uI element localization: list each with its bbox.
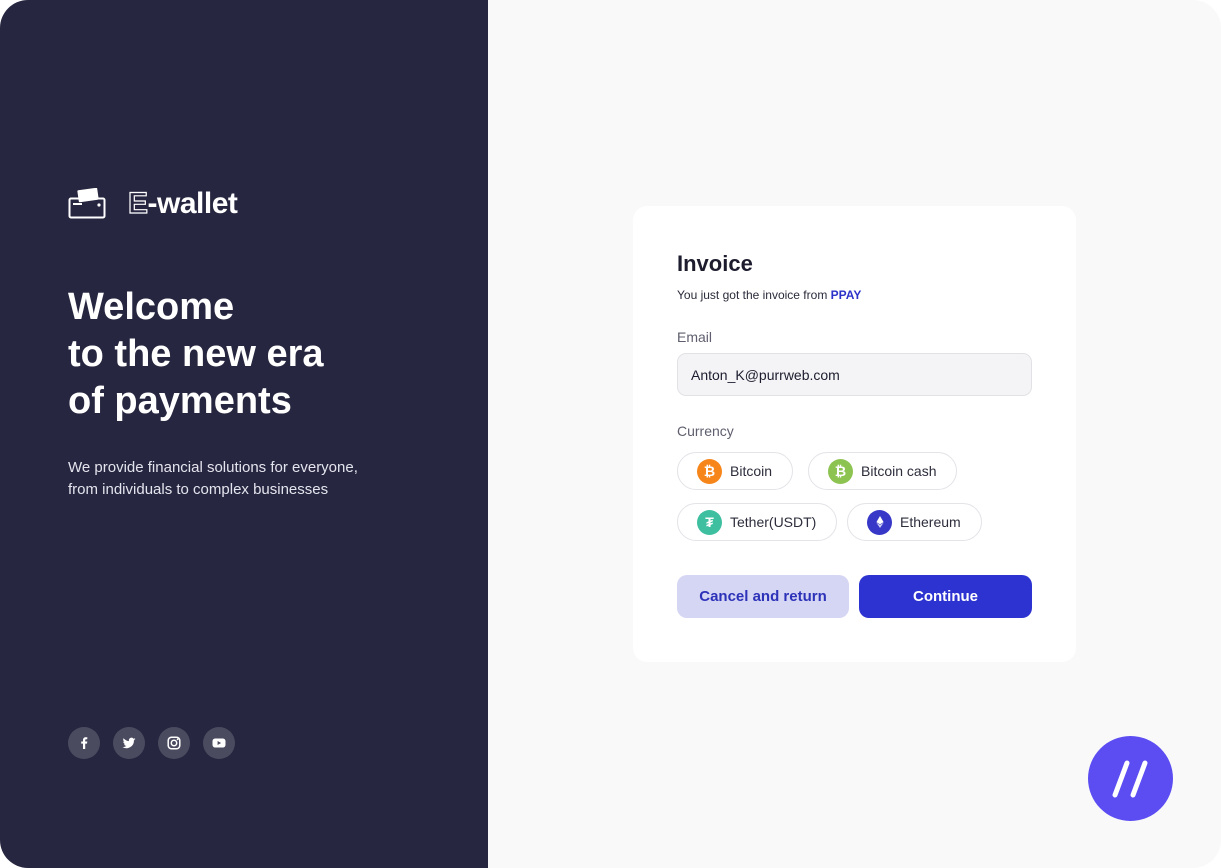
currency-option-label: Bitcoin cash [861,463,937,479]
invoice-card: Invoice You just got the invoice from PP… [633,206,1076,662]
welcome-panel: E-wallet Welcome to the new era of payme… [0,0,488,868]
hero-title-line: of payments [68,380,292,422]
twitter-icon [122,737,136,749]
hero-title: Welcome to the new era of payments [68,284,428,425]
cancel-and-return-button[interactable]: Cancel and return [677,575,849,618]
app-frame: E-wallet Welcome to the new era of payme… [0,0,1221,868]
invoice-subtitle-text: You just got the invoice from [677,288,831,302]
currency-option-ethereum[interactable]: Ethereum [847,503,982,541]
social-links [68,727,235,759]
invoice-title: Invoice [677,251,753,276]
hero-subtitle-line: We provide financial solutions for every… [68,459,358,476]
ethereum-icon [867,509,892,535]
currency-option-bitcoin-cash[interactable]: ₿ Bitcoin cash [808,452,958,490]
double-slash-logo-badge [1088,736,1173,821]
double-slash-logo-icon [1112,760,1147,797]
facebook-icon [81,737,88,749]
bitcoin-icon: ₿ [697,458,722,484]
hero-title-line: Welcome [68,286,235,328]
continue-button[interactable]: Continue [859,575,1032,618]
youtube-link[interactable] [203,727,235,759]
currency-option-label: Tether(USDT) [730,514,817,530]
wallet-icon [68,188,106,219]
twitter-link[interactable] [113,727,145,759]
email-field[interactable] [677,353,1032,396]
currency-label: Currency [677,423,734,439]
currency-option-tether[interactable]: ₮ Tether(USDT) [677,503,838,541]
hero-title-line: to the new era [68,333,324,375]
youtube-icon [212,738,226,748]
bitcoin-cash-icon: ₿ [828,458,853,484]
brand-logo: E-wallet [68,186,238,222]
hero-subtitle-line: from individuals to complex businesses [68,481,329,498]
facebook-link[interactable] [68,727,100,759]
hero-subtitle: We provide financial solutions for every… [68,457,428,501]
instagram-link[interactable] [158,727,190,759]
email-label: Email [677,329,713,345]
invoice-subtitle: You just got the invoice from PPAY [677,287,861,303]
currency-option-bitcoin[interactable]: ₿ Bitcoin [677,452,794,490]
currency-option-label: Bitcoin [730,463,773,479]
instagram-icon [167,736,181,750]
brand-name-rest: -wallet [147,187,238,220]
brand-name-letter: E [127,186,148,220]
brand-name: E-wallet [127,186,238,222]
tether-icon: ₮ [697,509,722,535]
invoice-sender: PPAY [830,288,862,302]
currency-option-label: Ethereum [900,514,961,530]
